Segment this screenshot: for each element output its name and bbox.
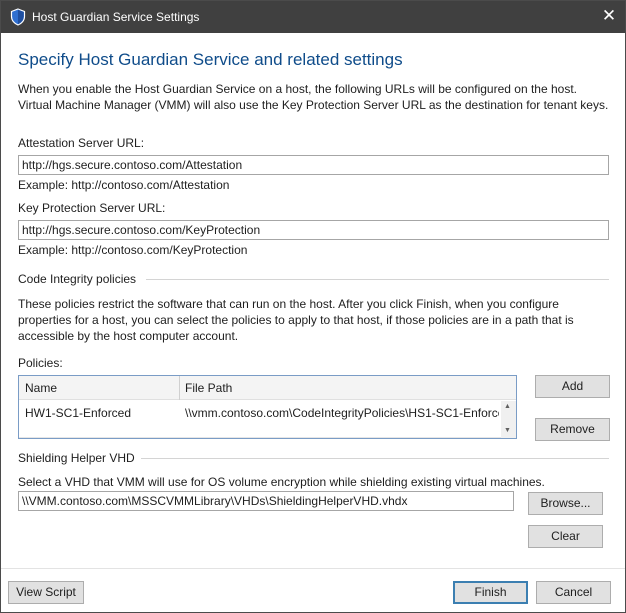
- attestation-example: Example: http://contoso.com/Attestation: [18, 178, 230, 192]
- code-integrity-desc-3: accessible by the host computer account.: [18, 329, 239, 343]
- shield-icon: [10, 8, 26, 26]
- code-integrity-desc-2: properties for a host, you can select th…: [18, 313, 574, 327]
- table-row[interactable]: HW1-SC1-Enforced \\vmm.contoso.com\CodeI…: [19, 401, 501, 425]
- settings-dialog: Host Guardian Service Settings ✕ Specify…: [0, 0, 626, 613]
- policies-label: Policies:: [18, 356, 63, 370]
- footer-divider: [1, 568, 625, 569]
- finish-button[interactable]: Finish: [453, 581, 528, 604]
- table-header: Name File Path: [19, 376, 516, 400]
- code-integrity-divider: [146, 279, 609, 280]
- column-header-name[interactable]: Name: [25, 381, 57, 395]
- policies-table[interactable]: Name File Path HW1-SC1-Enforced \\vmm.co…: [18, 375, 517, 439]
- browse-button[interactable]: Browse...: [528, 492, 603, 515]
- shielding-divider: [141, 458, 609, 459]
- column-header-path[interactable]: File Path: [185, 381, 232, 395]
- remove-policy-button[interactable]: Remove: [535, 418, 610, 441]
- window-title: Host Guardian Service Settings: [32, 10, 200, 24]
- key-protection-label: Key Protection Server URL:: [18, 201, 166, 215]
- shielding-vhd-path-input[interactable]: \\VMM.contoso.com\MSSCVMMLibrary\VHDs\Sh…: [18, 491, 514, 511]
- policy-name-cell: HW1-SC1-Enforced: [25, 406, 132, 420]
- chevron-down-icon[interactable]: ▼: [504, 427, 511, 434]
- attestation-url-input[interactable]: http://hgs.secure.contoso.com/Attestatio…: [18, 155, 609, 175]
- add-policy-button[interactable]: Add: [535, 375, 610, 398]
- vertical-scrollbar[interactable]: ▲ ▼: [501, 401, 516, 438]
- page-heading: Specify Host Guardian Service and relate…: [18, 50, 403, 69]
- key-protection-url-input[interactable]: http://hgs.secure.contoso.com/KeyProtect…: [18, 220, 609, 240]
- column-divider: [179, 376, 180, 400]
- clear-button[interactable]: Clear: [528, 525, 603, 548]
- close-icon: ✕: [601, 6, 617, 25]
- attestation-label: Attestation Server URL:: [18, 136, 145, 150]
- table-bottom-divider: [19, 437, 501, 438]
- policy-path-cell: \\vmm.contoso.com\CodeIntegrityPolicies\…: [185, 406, 499, 420]
- code-integrity-section-title: Code Integrity policies: [18, 272, 137, 286]
- shielding-section-title: Shielding Helper VHD: [18, 451, 135, 465]
- key-protection-example: Example: http://contoso.com/KeyProtectio…: [18, 243, 248, 257]
- shielding-description: Select a VHD that VMM will use for OS vo…: [18, 475, 545, 489]
- title-bar: Host Guardian Service Settings ✕: [1, 1, 625, 33]
- close-button[interactable]: ✕: [593, 1, 625, 33]
- cancel-button[interactable]: Cancel: [536, 581, 611, 604]
- code-integrity-desc-1: These policies restrict the software tha…: [18, 297, 559, 311]
- chevron-up-icon[interactable]: ▲: [504, 403, 511, 410]
- intro-line-2: Virtual Machine Manager (VMM) will also …: [18, 98, 609, 112]
- view-script-button[interactable]: View Script: [8, 581, 84, 604]
- intro-line-1: When you enable the Host Guardian Servic…: [18, 82, 577, 96]
